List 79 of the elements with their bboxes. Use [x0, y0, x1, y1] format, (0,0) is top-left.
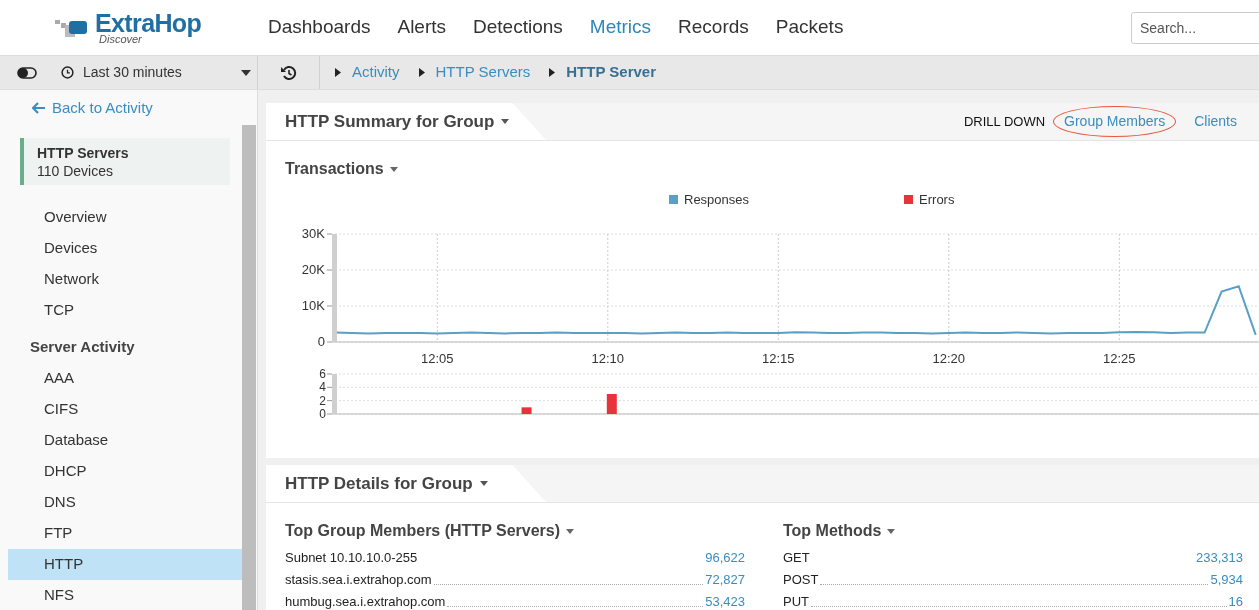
row-value[interactable]: 233,313 [1196, 547, 1243, 567]
axis-tick-label: 12:20 [932, 350, 966, 366]
list-title[interactable]: Top Methods [783, 519, 882, 543]
legend-label: Errors [919, 191, 955, 209]
axis-tick-label: 4 [319, 379, 326, 394]
axis-tick-label: 0 [317, 333, 325, 349]
back-link[interactable]: Back to Activity [32, 98, 257, 118]
nav-tab[interactable]: Dashboards [268, 13, 371, 42]
caret-icon [566, 528, 574, 534]
axis-tick-label: 10K [301, 297, 325, 313]
sidebar-item[interactable]: DHCP [8, 456, 242, 487]
sidebar-item[interactable]: FTP [8, 518, 242, 549]
sidebar-item[interactable]: HTTP [8, 549, 242, 580]
error-bar [606, 393, 617, 414]
sidebar-item[interactable]: Database [8, 425, 242, 456]
nav-tab[interactable]: Packets [775, 13, 844, 42]
axis-tick-label: 12:25 [1103, 350, 1136, 366]
row-value[interactable]: 5,934 [1210, 569, 1243, 589]
chart-title[interactable]: Transactions [285, 157, 384, 181]
caret-right-icon [418, 68, 425, 77]
axis-tick-label: 6 [319, 368, 326, 381]
caret-right-icon [549, 68, 556, 77]
toggle-icon[interactable] [17, 66, 37, 79]
breadcrumb-link[interactable]: HTTP Server [566, 61, 657, 84]
row-label[interactable]: Subnet 10.10.10.0-255 [285, 547, 418, 567]
row-label[interactable]: stasis.sea.i.extrahop.com [285, 569, 432, 589]
caret-right-icon [335, 68, 341, 77]
legend-label: Responses [684, 191, 750, 209]
device-count: 110 Devices [37, 162, 114, 180]
row-label[interactable]: GET [783, 547, 810, 567]
sidebar-item[interactable]: DNS [8, 487, 242, 518]
row-value[interactable]: 53,423 [705, 591, 745, 610]
sidebar-item[interactable]: Overview [8, 202, 242, 233]
sidebar-item[interactable]: CIFS [8, 394, 242, 425]
row-label[interactable]: humbug.sea.i.extrahop.com [285, 591, 446, 610]
group-name: HTTP Servers [37, 144, 130, 162]
panel-tab[interactable]: HTTP Details for Group [266, 465, 546, 502]
axis-tick-label: 12:10 [591, 350, 625, 366]
drill-down-label: DRILL DOWN [963, 112, 1046, 131]
history-icon[interactable] [280, 64, 297, 81]
axis-tick-label: 20K [301, 261, 325, 277]
caret-icon [479, 481, 488, 486]
row-value[interactable]: 16 [1228, 591, 1243, 610]
axis-tick-label: 0 [319, 406, 326, 421]
range-handle[interactable] [332, 233, 337, 342]
nav-tab[interactable]: Records [678, 13, 749, 42]
scrollbar[interactable] [242, 125, 256, 610]
caret-icon [389, 166, 398, 172]
sidebar-item[interactable]: Network [8, 264, 242, 295]
caret-icon [501, 119, 510, 124]
group-card[interactable]: HTTP Servers 110 Devices [20, 138, 230, 185]
axis-tick-label: 12:15 [762, 350, 795, 366]
row-label[interactable]: PUT [783, 591, 809, 610]
caret-icon [241, 69, 251, 76]
sidebar-item[interactable]: Devices [8, 233, 242, 264]
error-bar [521, 406, 532, 414]
axis-tick-label: 2 [319, 393, 326, 408]
section-heading: Server Activity [29, 337, 136, 358]
axis-tick-label: 12:05 [421, 350, 454, 366]
axis-tick-label: 30K [301, 225, 325, 241]
nav-tab[interactable]: Alerts [397, 13, 447, 42]
back-arrow-icon [32, 102, 45, 114]
search-field[interactable]: Search... [1131, 11, 1259, 44]
time-range-selector[interactable]: Last 30 minutes [61, 62, 251, 83]
row-value[interactable]: 96,622 [705, 547, 745, 567]
row-label[interactable]: POST [783, 569, 819, 589]
nav-tab[interactable]: Detections [473, 13, 563, 42]
product-name: Discover [99, 33, 142, 45]
list-title[interactable]: Top Group Members (HTTP Servers) [285, 519, 560, 543]
sidebar-item[interactable]: TCP [8, 295, 242, 326]
sidebar-item[interactable]: AAA [8, 363, 242, 394]
caret-icon [887, 528, 896, 534]
logo-text: ExtraHop [95, 10, 202, 36]
panel-tab[interactable]: HTTP Summary for Group [266, 103, 546, 140]
sidebar-item[interactable]: NFS [8, 580, 242, 610]
range-handle[interactable] [332, 373, 337, 414]
clock-icon [61, 66, 74, 79]
nav-tab[interactable]: Metrics [589, 13, 652, 42]
row-value[interactable]: 72,827 [705, 569, 745, 589]
